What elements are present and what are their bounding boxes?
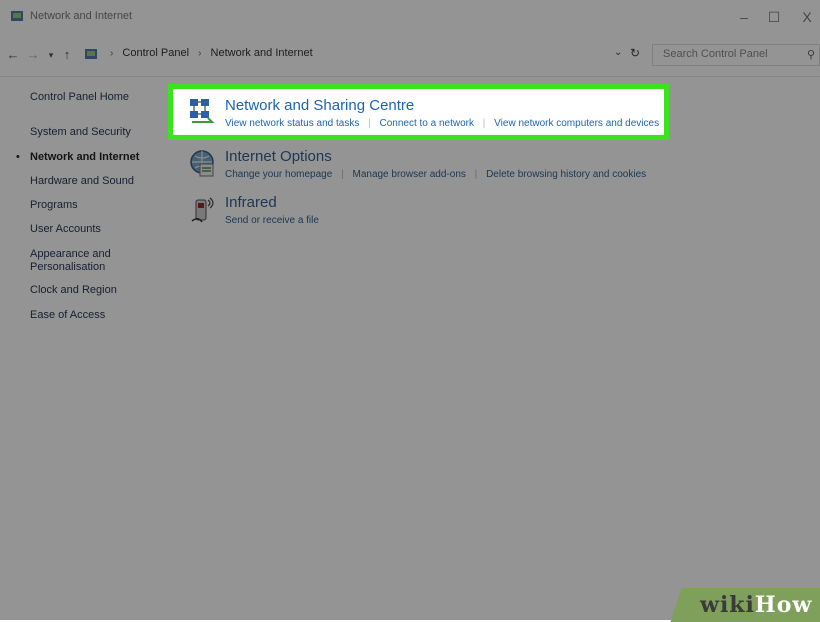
internet-options-icon [190, 150, 214, 177]
sidebar-item-hardware-sound[interactable]: Hardware and Sound [30, 175, 134, 188]
network-sharing-icon [190, 99, 215, 123]
breadcrumb-network-internet[interactable]: Network and Internet [211, 47, 313, 59]
sidebar-item-network-internet[interactable]: Network and Internet [30, 151, 139, 164]
title-bar: Network and Internet – ☐ X [0, 0, 820, 34]
sidebar-item-control-panel-home[interactable]: Control Panel Home [30, 91, 129, 104]
sidebar-item-clock-region[interactable]: Clock and Region [30, 284, 117, 297]
up-arrow-icon[interactable]: ↑ [58, 46, 76, 64]
watermark-logo: wikiHow [700, 592, 812, 618]
watermark-wiki: wiki [700, 592, 755, 618]
delete-history-link[interactable]: Delete browsing history and cookies [486, 169, 646, 180]
close-button[interactable]: X [796, 6, 818, 28]
view-network-computers-link[interactable]: View network computers and devices [494, 118, 659, 129]
main-content: Control Panel Home System and Security •… [0, 77, 820, 620]
breadcrumb: › Control Panel › Network and Internet [104, 47, 313, 59]
link-divider: | [474, 169, 478, 180]
watermark-how: How [754, 592, 813, 618]
refresh-icon[interactable]: ↻ [630, 46, 640, 60]
manage-addons-link[interactable]: Manage browser add-ons [352, 169, 465, 180]
search-box[interactable]: Search Control Panel ⚲ [652, 44, 820, 66]
sidebar-item-programs[interactable]: Programs [30, 199, 78, 212]
address-bar: ← → ▾ ↑ › Control Panel › Network and In… [0, 34, 820, 77]
search-input[interactable]: Search Control Panel [663, 48, 768, 60]
minimize-button[interactable]: – [733, 6, 755, 28]
sidebar-item-user-accounts[interactable]: User Accounts [30, 223, 101, 236]
infrared-links: Send or receive a file [225, 215, 319, 226]
recent-locations-icon[interactable]: ▾ [44, 46, 58, 64]
link-divider: | [341, 169, 344, 180]
infrared-icon [191, 197, 214, 223]
window-title: Network and Internet [30, 10, 133, 22]
infrared-title[interactable]: Infrared [225, 194, 277, 211]
internet-options-title[interactable]: Internet Options [225, 148, 332, 165]
internet-options-links: Change your homepage | Manage browser ad… [225, 169, 646, 180]
chevron-right-icon: › [198, 48, 202, 59]
maximize-button[interactable]: ☐ [763, 6, 785, 28]
forward-arrow-icon[interactable]: → [24, 46, 42, 64]
link-divider: | [368, 118, 371, 129]
network-sharing-centre-title[interactable]: Network and Sharing Centre [225, 97, 414, 114]
connect-to-network-link[interactable]: Connect to a network [380, 118, 475, 129]
control-panel-icon [85, 49, 97, 59]
sidebar-item-system-security[interactable]: System and Security [30, 126, 131, 139]
view-network-status-link[interactable]: View network status and tasks [225, 118, 359, 129]
sidebar-item-ease-of-access[interactable]: Ease of Access [30, 309, 105, 322]
breadcrumb-control-panel[interactable]: Control Panel [122, 47, 189, 59]
chevron-down-icon[interactable]: ⌄ [614, 47, 622, 58]
link-divider: | [482, 118, 486, 129]
highlight-box: Network and Sharing Centre View network … [168, 84, 669, 140]
change-homepage-link[interactable]: Change your homepage [225, 169, 332, 180]
active-bullet-icon: • [16, 151, 20, 163]
network-sharing-links: View network status and tasks | Connect … [225, 118, 659, 129]
back-arrow-icon[interactable]: ← [4, 46, 22, 64]
chevron-right-icon: › [110, 48, 114, 59]
search-icon[interactable]: ⚲ [807, 48, 815, 61]
send-receive-file-link[interactable]: Send or receive a file [225, 215, 319, 226]
control-panel-icon [11, 11, 23, 21]
sidebar-item-appearance[interactable]: Appearance and Personalisation [30, 248, 120, 274]
